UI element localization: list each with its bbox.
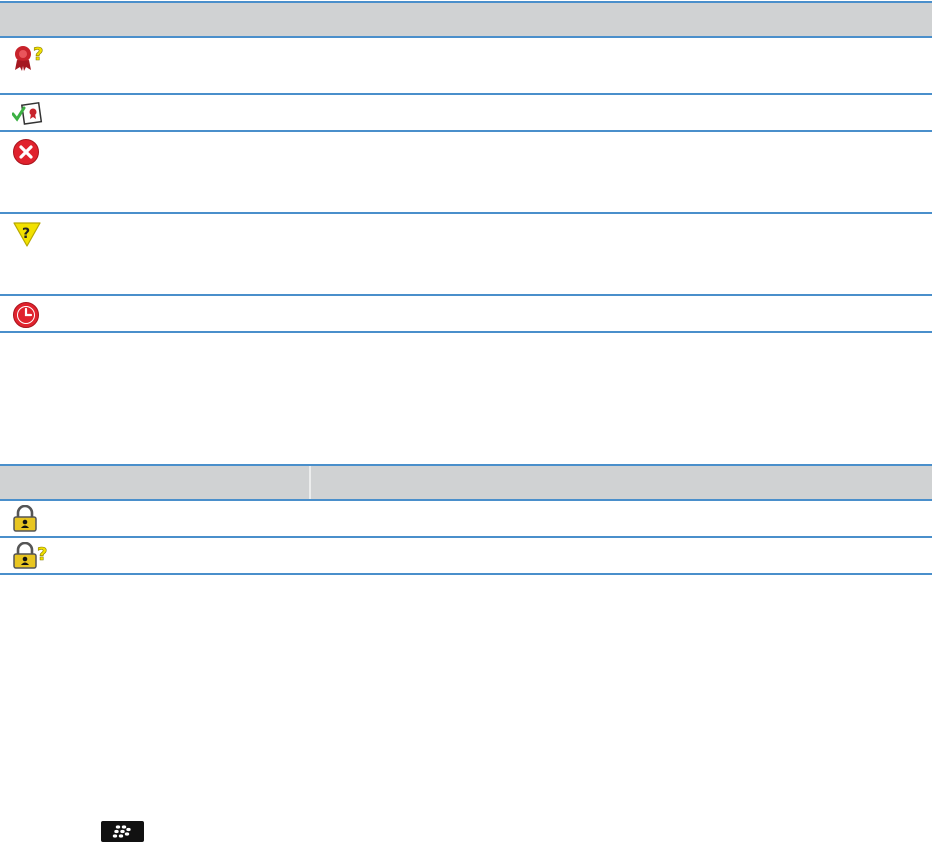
table-row xyxy=(0,132,932,214)
header-cell-1 xyxy=(0,466,309,499)
certificate-question-icon: ? xyxy=(15,44,44,71)
lock-icon xyxy=(13,505,37,532)
table-header xyxy=(0,1,932,38)
table-row: ? xyxy=(0,214,932,296)
warning-question-triangle-icon: ? xyxy=(13,222,41,247)
certificate-verified-icon xyxy=(12,101,43,125)
table-row: ? xyxy=(0,38,932,95)
expired-clock-icon xyxy=(13,302,39,328)
svg-text:?: ? xyxy=(22,226,30,242)
svg-text:?: ? xyxy=(37,544,47,565)
header-cell-2 xyxy=(311,466,932,499)
table-row: ? xyxy=(0,538,932,575)
error-x-icon xyxy=(13,139,39,165)
svg-text:?: ? xyxy=(33,44,43,65)
header-divider xyxy=(309,466,311,499)
table-row xyxy=(0,501,932,538)
status-icon-table: ? ? xyxy=(0,1,932,333)
table-row xyxy=(0,95,932,132)
lock-question-icon: ? xyxy=(13,542,48,569)
blackberry-menu-key-icon xyxy=(101,821,144,842)
table-row xyxy=(0,296,932,333)
lock-icon-table: ? xyxy=(0,464,932,575)
table-header xyxy=(0,464,932,501)
